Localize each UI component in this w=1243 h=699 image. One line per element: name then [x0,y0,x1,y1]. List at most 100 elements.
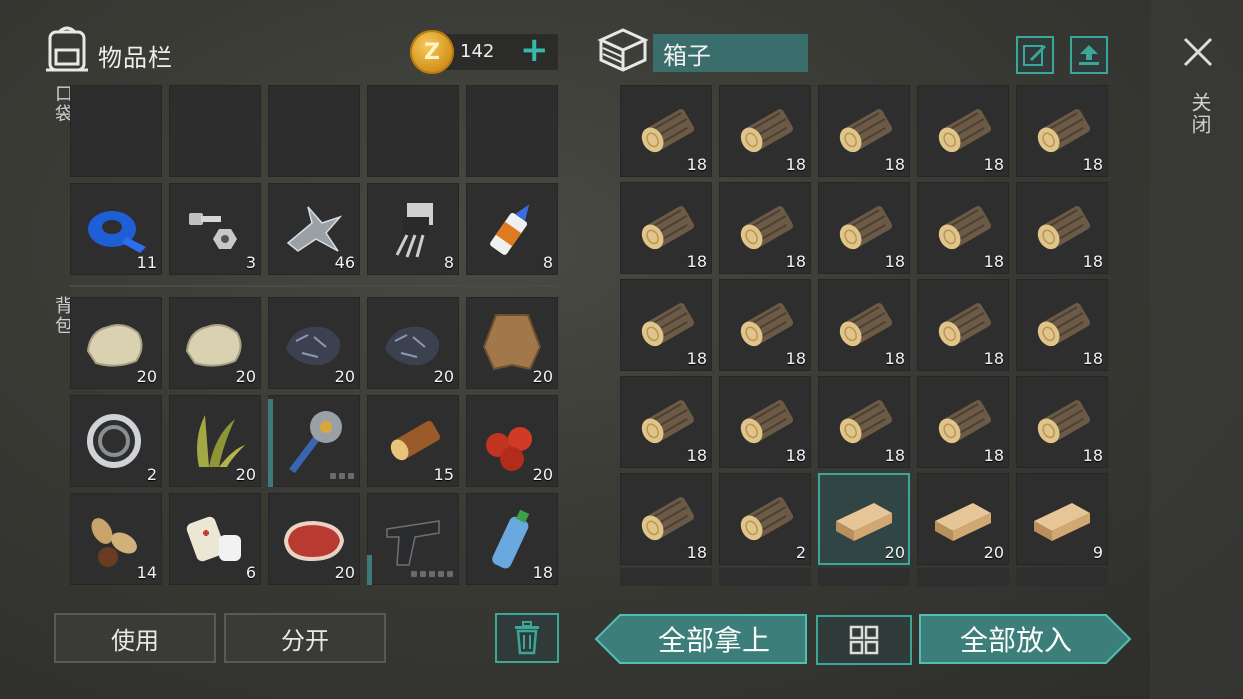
electronic-component-icon [395,203,433,258]
backpack-slot[interactable]: 20 [169,297,261,389]
item-count: 18 [884,155,905,174]
backpack-icon [46,26,88,72]
container-slot[interactable]: 18 [620,376,712,468]
container-slot[interactable]: 18 [1016,182,1108,274]
item-count: 20 [433,367,454,386]
partial-slot[interactable] [917,568,1009,586]
pocket-slot[interactable]: 3 [169,183,261,275]
upload-icon [1079,45,1099,65]
item-count: 20 [532,367,553,386]
item-count: 20 [532,465,553,484]
backpack-slot[interactable] [268,395,360,487]
container-slot[interactable]: 18 [620,279,712,371]
partial-slot[interactable] [719,568,811,586]
container-slot[interactable]: 18 [620,182,712,274]
container-slot[interactable]: 18 [818,279,910,371]
pocket-slot[interactable] [70,85,162,177]
partial-slot[interactable] [1016,568,1108,586]
item-count: 18 [1082,252,1103,271]
container-slot[interactable]: 2 [719,473,811,565]
pocket-slot[interactable]: 8 [367,183,459,275]
grid-view-button[interactable] [816,615,912,665]
item-count: 3 [245,253,256,272]
backpack-slot[interactable]: 20 [466,395,558,487]
pocket-slot[interactable]: 11 [70,183,162,275]
container-slot[interactable]: 18 [620,473,712,565]
item-count: 20 [334,367,355,386]
item-count: 2 [795,543,806,562]
pocket-slot[interactable] [169,85,261,177]
container-slot[interactable]: 18 [818,182,910,274]
backpack-slot[interactable]: 20 [70,297,162,389]
inventory-title: 物品栏 [98,44,173,72]
container-slot[interactable]: 18 [917,376,1009,468]
container-slot[interactable]: 18 [1016,376,1108,468]
take-all-button[interactable]: 全部拿上 [620,613,808,665]
pocket-slot[interactable]: 46 [268,183,360,275]
item-count: 18 [1082,155,1103,174]
pocket-slot[interactable] [367,85,459,177]
item-count: 8 [542,253,553,272]
item-count: 20 [983,543,1004,562]
item-count: 18 [785,252,806,271]
backpack-slot[interactable]: 14 [70,493,162,585]
item-count: 2 [146,465,157,484]
item-count: 20 [884,543,905,562]
container-slot[interactable]: 18 [1016,85,1108,177]
add-coins-button[interactable]: + [520,33,549,67]
container-slot[interactable]: 20 [917,473,1009,565]
split-button[interactable]: 分开 [224,613,386,663]
backpack-slot[interactable]: 18 [466,493,558,585]
edit-icon [1023,45,1046,66]
container-slot[interactable]: 9 [1016,473,1108,565]
container-slot[interactable]: 18 [818,85,910,177]
container-slot[interactable]: 18 [620,85,712,177]
item-count: 18 [785,446,806,465]
backpack-slot[interactable]: 6 [169,493,261,585]
container-slot[interactable]: 18 [719,85,811,177]
trash-button[interactable] [495,613,559,663]
item-count: 20 [235,367,256,386]
item-count: 14 [136,563,157,582]
item-count: 18 [884,252,905,271]
container-slot[interactable]: 18 [917,85,1009,177]
backpack-slot[interactable]: 20 [367,297,459,389]
partial-slot[interactable] [620,568,712,586]
pistol-icon [386,520,440,566]
container-slot[interactable]: 18 [719,182,811,274]
container-slot[interactable]: 18 [917,182,1009,274]
close-label[interactable]: 关闭 [1186,92,1215,136]
backpack-slot[interactable]: 15 [367,395,459,487]
container-slot[interactable]: 18 [917,279,1009,371]
put-all-button[interactable]: 全部放入 [918,613,1114,665]
pocket-slot[interactable] [268,85,360,177]
plank-icon [1034,503,1090,541]
item-count: 8 [443,253,454,272]
backpack-slot[interactable]: 20 [268,297,360,389]
item-count: 18 [785,155,806,174]
spiked-club-icon [289,411,342,474]
sort-button[interactable] [1070,36,1108,74]
crate-icon [597,28,649,72]
container-slot[interactable]: 18 [1016,279,1108,371]
backpack-slot[interactable]: 2 [70,395,162,487]
glue-icon [490,204,530,255]
container-slot[interactable]: 18 [719,279,811,371]
trash-icon [515,621,539,655]
item-count: 15 [433,465,454,484]
use-button[interactable]: 使用 [54,613,216,663]
container-slot[interactable]: 20 [818,473,910,565]
container-slot[interactable]: 18 [818,376,910,468]
backpack-slot[interactable] [367,493,459,585]
container-slot[interactable]: 18 [719,376,811,468]
item-count: 18 [1082,349,1103,368]
backpack-slot[interactable]: 20 [268,493,360,585]
pocket-slot[interactable] [466,85,558,177]
backpack-slot[interactable]: 20 [169,395,261,487]
pocket-slot[interactable]: 8 [466,183,558,275]
partial-slot[interactable] [818,568,910,586]
backpack-slot[interactable]: 20 [466,297,558,389]
rename-button[interactable] [1016,36,1054,74]
close-icon[interactable] [1182,36,1214,68]
container-title: 箱子 [653,34,808,72]
